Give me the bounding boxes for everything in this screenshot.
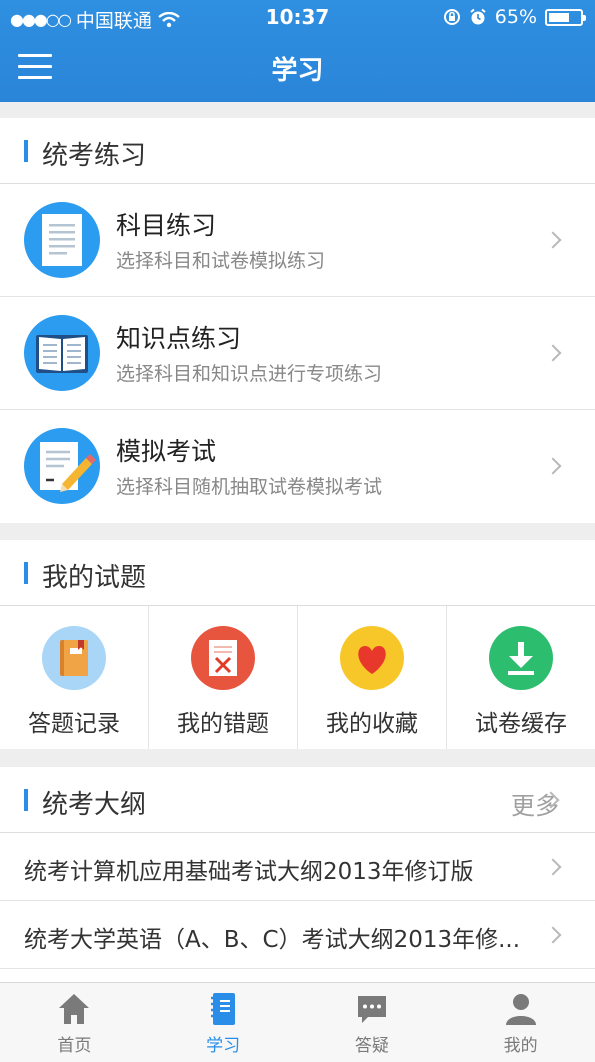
my-questions-section: 我的试题 答题记录 我的错题 我的收藏 试卷缓存 bbox=[0, 540, 595, 749]
row-title: 科目练习 bbox=[116, 211, 217, 240]
row-subtitle: 选择科目和试卷模拟练习 bbox=[116, 250, 326, 272]
grid-label: 答题记录 bbox=[28, 711, 120, 737]
status-bar: ●●●○○ 中国联通 10:37 65% bbox=[0, 0, 595, 34]
syllabus-title: 统考计算机应用基础考试大纲2013年修订版 bbox=[24, 859, 474, 885]
study-book-icon bbox=[211, 993, 236, 1025]
chevron-right-icon bbox=[544, 457, 562, 475]
heart-icon bbox=[340, 626, 404, 690]
home-icon bbox=[59, 994, 90, 1024]
section-title: 我的试题 bbox=[42, 563, 147, 593]
syllabus-title: 统考大学英语（A、B、C）考试大纲2013年修... bbox=[24, 927, 521, 953]
row-title: 知识点练习 bbox=[116, 324, 242, 353]
tab-label: 我的 bbox=[503, 1036, 538, 1056]
battery-icon bbox=[545, 8, 586, 26]
paper-pencil-icon bbox=[24, 428, 100, 504]
tab-qa[interactable]: 答疑 bbox=[298, 983, 447, 1062]
battery-percent: 65% bbox=[494, 6, 537, 28]
section-title: 统考大纲 bbox=[42, 790, 147, 820]
exam-practice-section: 统考练习 科目练习 选择科目和试卷模拟练习 知识点练习 选择科目和知识点进行专项… bbox=[0, 118, 595, 523]
knowledge-practice-row[interactable]: 知识点练习 选择科目和知识点进行专项练习 bbox=[0, 297, 595, 410]
chevron-right-icon bbox=[544, 231, 562, 249]
syllabus-item[interactable]: 统考计算机应用基础考试大纲2013年修订版 bbox=[0, 833, 595, 901]
favorites-button[interactable]: 我的收藏 bbox=[298, 606, 447, 749]
wrong-paper-icon bbox=[191, 626, 255, 690]
syllabus-section: 统考大纲 更多 统考计算机应用基础考试大纲2013年修订版 统考大学英语（A、B… bbox=[0, 767, 595, 982]
alarm-icon bbox=[470, 8, 486, 25]
app-header: ●●●○○ 中国联通 10:37 65% 学习 bbox=[0, 0, 595, 102]
answer-record-button[interactable]: 答题记录 bbox=[0, 606, 149, 749]
grid-label: 我的错题 bbox=[177, 711, 269, 737]
mock-exam-row[interactable]: 模拟考试 选择科目随机抽取试卷模拟考试 bbox=[0, 410, 595, 523]
row-subtitle: 选择科目随机抽取试卷模拟考试 bbox=[116, 476, 383, 498]
document-icon bbox=[24, 202, 100, 278]
section-title: 统考练习 bbox=[42, 141, 147, 171]
open-book-icon bbox=[24, 315, 100, 391]
syllabus-item[interactable]: 统考大学英语（A、B、C）考试大纲2013年修... bbox=[0, 901, 595, 969]
subject-practice-row[interactable]: 科目练习 选择科目和试卷模拟练习 bbox=[0, 184, 595, 297]
tab-bar: 首页 学习 答疑 我的 bbox=[0, 982, 595, 1062]
nav-bar: 学习 bbox=[0, 38, 595, 98]
tab-home[interactable]: 首页 bbox=[0, 983, 149, 1062]
grid-label: 我的收藏 bbox=[326, 711, 418, 737]
chat-bubble-icon bbox=[357, 996, 386, 1023]
tab-mine[interactable]: 我的 bbox=[446, 983, 595, 1062]
page-title: 学习 bbox=[271, 56, 324, 86]
section-header: 统考练习 bbox=[0, 118, 595, 184]
my-questions-grid: 答题记录 我的错题 我的收藏 试卷缓存 bbox=[0, 606, 595, 749]
paper-cache-button[interactable]: 试卷缓存 bbox=[447, 606, 595, 749]
section-header: 统考大纲 更多 bbox=[0, 767, 595, 833]
section-header: 我的试题 bbox=[0, 540, 595, 606]
notebook-icon bbox=[42, 626, 106, 690]
row-title: 模拟考试 bbox=[116, 437, 217, 466]
user-icon bbox=[505, 994, 536, 1025]
grid-label: 试卷缓存 bbox=[475, 711, 567, 737]
rotation-lock-icon bbox=[443, 9, 460, 25]
chevron-right-icon bbox=[544, 344, 562, 362]
tab-study[interactable]: 学习 bbox=[149, 983, 298, 1062]
download-icon bbox=[489, 626, 553, 690]
tab-label: 答疑 bbox=[354, 1036, 389, 1056]
wrong-questions-button[interactable]: 我的错题 bbox=[149, 606, 298, 749]
row-subtitle: 选择科目和知识点进行专项练习 bbox=[116, 363, 383, 385]
tab-label: 学习 bbox=[206, 1036, 241, 1056]
tab-label: 首页 bbox=[57, 1036, 92, 1056]
